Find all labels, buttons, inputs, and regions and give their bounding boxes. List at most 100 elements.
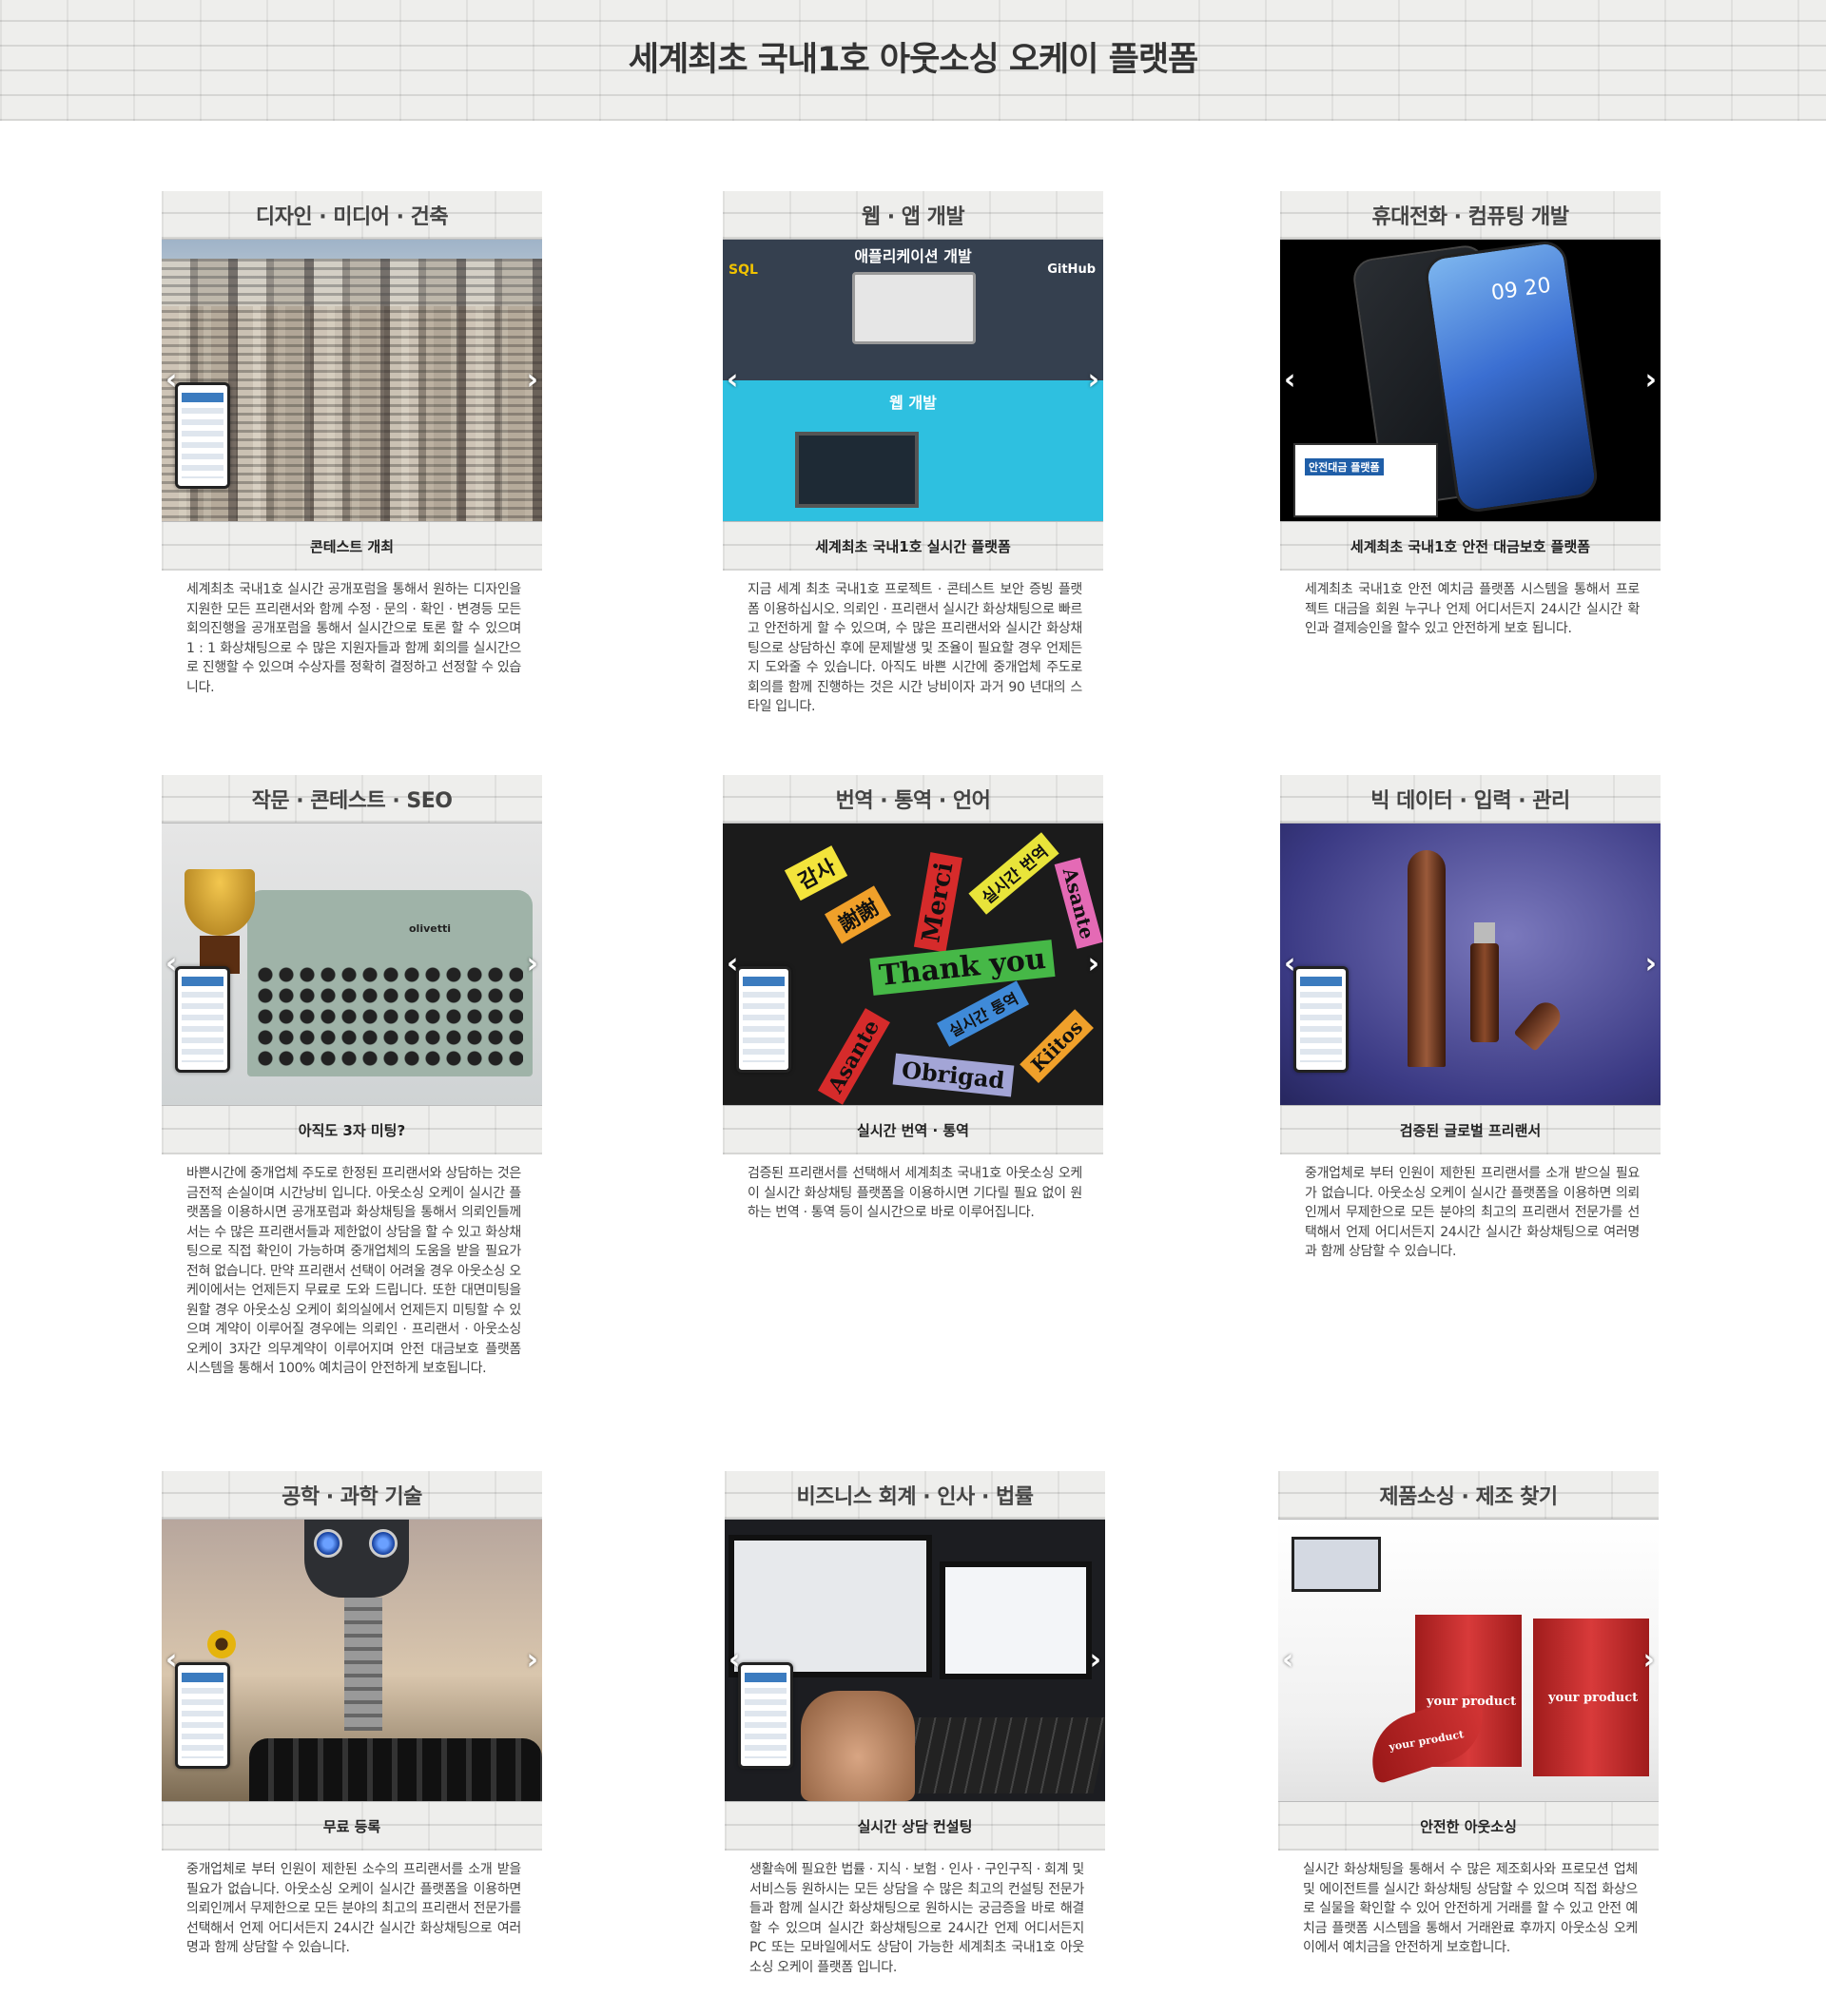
escrow-label: 안전대금 플랫폼 — [1305, 458, 1384, 475]
card-image-carousel[interactable]: 애플리케이션 개발 웹 개발 SQL GitHub ‹ › — [723, 240, 1103, 521]
carousel-next-icon[interactable]: › — [1088, 366, 1099, 395]
carousel-prev-icon[interactable]: ‹ — [1284, 950, 1295, 979]
phone-screenshot-icon — [175, 1662, 230, 1769]
typewriter-keys — [257, 966, 523, 1071]
card-image-carousel[interactable]: ‹ › — [1280, 824, 1661, 1105]
robot-eye-icon — [369, 1529, 398, 1558]
app-dev-label: 애플리케이션 개발 — [854, 247, 972, 265]
carousel-next-icon[interactable]: › — [1645, 950, 1657, 979]
carousel-prev-icon[interactable]: ‹ — [727, 366, 738, 395]
carousel-next-icon[interactable]: › — [527, 366, 538, 395]
product-label: your product — [1427, 1695, 1517, 1709]
phone-screenshot-icon — [738, 1662, 793, 1769]
category-card-translation: 번역 · 통역 · 언어 감사 謝謝 Merci 실시간 번역 Thank yo… — [723, 775, 1103, 1223]
card-description: 중개업체로 부터 인원이 제한된 소수의 프리랜서를 소개 받을 필요가 없습니… — [186, 1862, 521, 1955]
card-caption: 세계최초 국내1호 실시간 플랫폼 — [723, 521, 1103, 571]
card-caption: 아직도 3자 미팅? — [162, 1105, 542, 1154]
word-tag: Asante — [1054, 857, 1103, 950]
bullet-image — [1408, 850, 1446, 1067]
card-caption: 세계최초 국내1호 안전 대금보호 플랫폼 — [1280, 521, 1661, 571]
phone-screenshot-icon — [1293, 966, 1349, 1073]
category-card-data: 빅 데이터 · 입력 · 관리 ‹ › 검증된 글로벌 프리랜서 중개업체로 부… — [1280, 775, 1661, 1262]
carousel-prev-icon[interactable]: ‹ — [727, 950, 738, 979]
page-header: 세계최초 국내1호 아웃소싱 오케이 플랫폼 — [0, 0, 1826, 121]
card-title: 빅 데이터 · 입력 · 관리 — [1280, 775, 1661, 824]
word-tag: Obrigad — [892, 1053, 1014, 1097]
word-tag: 실시간 번역 — [968, 832, 1059, 915]
card-image-carousel[interactable]: your product your product your product ‹… — [1278, 1520, 1659, 1801]
card-description: 중개업체로 부터 인원이 제한된 프리랜서를 소개 받으실 필요가 없습니다. … — [1305, 1166, 1640, 1259]
usb-drive-image — [1470, 943, 1499, 1042]
typewriter-brand: olivetti — [409, 922, 452, 935]
card-image-carousel[interactable]: ‹ › — [162, 1520, 542, 1801]
word-tag: Merci — [913, 852, 962, 953]
sunflower-icon — [207, 1630, 236, 1658]
card-description: 세계최초 국내1호 실시간 공개포럼을 통해서 원하는 디자인을 지원한 모든 … — [186, 582, 521, 695]
robot-neck — [344, 1598, 382, 1731]
phone-screenshot-icon — [175, 382, 230, 489]
word-tag: Thank you — [869, 940, 1056, 996]
monitor-video-call-image — [728, 1535, 932, 1677]
category-card-engineering: 공학 · 과학 기술 ‹ › 무료 등록 중개업체로 부터 인원이 제한된 소수… — [162, 1471, 542, 1958]
card-image-carousel[interactable]: ‹ › — [725, 1520, 1105, 1801]
card-image-carousel[interactable]: 감사 謝謝 Merci 실시간 번역 Thank you Asante 실시간 … — [723, 824, 1103, 1105]
carousel-next-icon[interactable]: › — [1088, 950, 1099, 979]
card-title: 번역 · 통역 · 언어 — [723, 775, 1103, 824]
carousel-next-icon[interactable]: › — [1090, 1646, 1101, 1675]
card-image-carousel[interactable]: ‹ › — [162, 240, 542, 521]
card-description: 바쁜시간에 중개업체 주도로 한정된 프리랜서와 상담하는 것은 금전적 손실이… — [186, 1166, 521, 1376]
card-image-carousel[interactable]: 09 20 안전대금 플랫폼 ‹ › — [1280, 240, 1661, 521]
web-dev-label: 웹 개발 — [889, 394, 937, 412]
github-logo: GitHub — [1047, 262, 1096, 277]
card-title: 디자인 · 미디어 · 건축 — [162, 191, 542, 240]
trophy-icon — [185, 869, 255, 936]
robot-tracks — [249, 1738, 542, 1801]
card-title: 비즈니스 회계 · 인사 · 법률 — [725, 1471, 1105, 1520]
product-label: your product — [1548, 1691, 1639, 1705]
monitor-icon — [795, 432, 919, 508]
video-call-thumbnail — [1292, 1537, 1381, 1592]
category-card-web-app: 웹 · 앱 개발 애플리케이션 개발 웹 개발 SQL GitHub ‹ › 세… — [723, 191, 1103, 717]
card-description: 생활속에 필요한 법률 · 지식 · 보험 · 인사 · 구인구직 · 회계 및… — [749, 1862, 1084, 1975]
sql-logo: SQL — [728, 262, 758, 278]
carousel-prev-icon[interactable]: ‹ — [165, 950, 177, 979]
page-title: 세계최초 국내1호 아웃소싱 오케이 플랫폼 — [628, 41, 1199, 79]
card-title: 휴대전화 · 컴퓨팅 개발 — [1280, 191, 1661, 240]
category-card-mobile: 휴대전화 · 컴퓨팅 개발 09 20 안전대금 플랫폼 ‹ › 세계최초 국내… — [1280, 191, 1661, 639]
escrow-screenshot: 안전대금 플랫폼 — [1293, 443, 1438, 517]
card-description: 세계최초 국내1호 안전 예치금 플랫폼 시스템을 통해서 프로젝트 대금을 회… — [1305, 582, 1640, 636]
card-title: 공학 · 과학 기술 — [162, 1471, 542, 1520]
card-caption: 실시간 상담 컨설팅 — [725, 1801, 1105, 1851]
phone-screenshot-icon — [175, 966, 230, 1073]
carousel-prev-icon[interactable]: ‹ — [1282, 1646, 1293, 1675]
laptop-icon — [852, 272, 976, 344]
card-title: 작문 · 콘테스트 · SEO — [162, 775, 542, 824]
bullet-tip-image — [1513, 997, 1566, 1052]
carousel-next-icon[interactable]: › — [527, 950, 538, 979]
card-caption: 무료 등록 — [162, 1801, 542, 1851]
carousel-prev-icon[interactable]: ‹ — [728, 1646, 740, 1675]
carousel-prev-icon[interactable]: ‹ — [165, 1646, 177, 1675]
word-tag: 謝謝 — [825, 885, 891, 944]
category-card-business: 비즈니스 회계 · 인사 · 법률 ‹ › 실시간 상담 컨설팅 생활속에 필요… — [725, 1471, 1105, 1977]
carousel-prev-icon[interactable]: ‹ — [165, 366, 177, 395]
usb-connector — [1474, 922, 1495, 945]
card-description: 검증된 프리랜서를 선택해서 세계최초 국내1호 아웃소싱 오케이 실시간 화상… — [748, 1166, 1082, 1220]
category-card-design: 디자인 · 미디어 · 건축 ‹ › 콘테스트 개최 세계최초 국내1호 실시간… — [162, 191, 542, 697]
card-caption: 실시간 번역 · 통역 — [723, 1105, 1103, 1154]
hand-image — [801, 1691, 915, 1801]
word-tag: Kiitos — [1020, 1008, 1095, 1084]
word-tag: 감사 — [784, 844, 848, 901]
carousel-prev-icon[interactable]: ‹ — [1284, 366, 1295, 395]
word-tag: 실시간 통역 — [936, 980, 1030, 1047]
category-card-writing: 작문 · 콘테스트 · SEO olivetti ‹ › 아직도 3자 미팅? … — [162, 775, 542, 1379]
card-caption: 검증된 글로벌 프리랜서 — [1280, 1105, 1661, 1154]
card-image-carousel[interactable]: olivetti ‹ › — [162, 824, 542, 1105]
card-description: 지금 세계 최초 국내1호 프로젝트 · 콘테스트 보안 증빙 플랫폼 이용하십… — [748, 582, 1082, 714]
card-caption: 안전한 아웃소싱 — [1278, 1801, 1659, 1851]
carousel-next-icon[interactable]: › — [527, 1646, 538, 1675]
carousel-next-icon[interactable]: › — [1645, 366, 1657, 395]
carousel-next-icon[interactable]: › — [1643, 1646, 1655, 1675]
robot-eye-icon — [314, 1529, 342, 1558]
card-caption: 콘테스트 개최 — [162, 521, 542, 571]
